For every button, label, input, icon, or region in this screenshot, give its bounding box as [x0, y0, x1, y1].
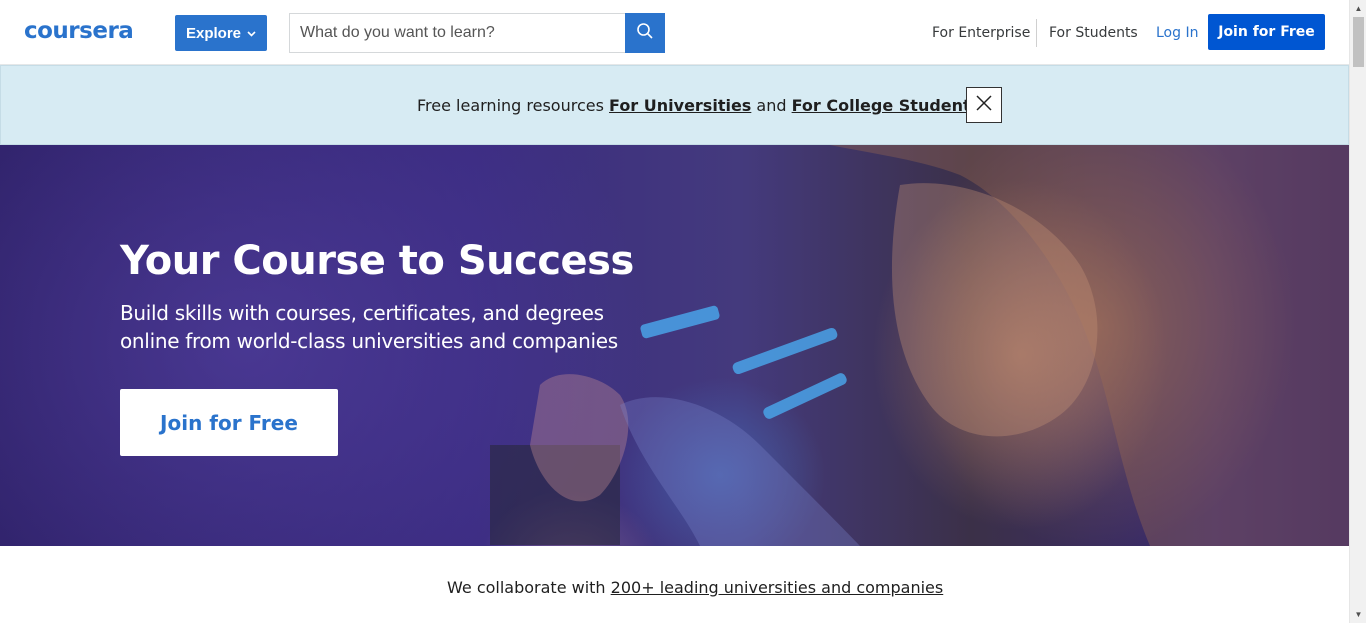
banner-middle: and — [751, 96, 792, 115]
collaborate-text: We collaborate with 200+ leading univers… — [447, 578, 943, 598]
explore-button[interactable]: Explore — [175, 15, 267, 51]
partners-link[interactable]: 200+ leading universities and companies — [611, 578, 944, 597]
hero-title: Your Course to Success — [120, 238, 634, 284]
banner-close-button[interactable] — [966, 87, 1002, 123]
site-header: coursera Explore For Enterprise For Stud… — [0, 0, 1349, 65]
nav-for-students[interactable]: For Students — [1049, 23, 1138, 43]
join-for-free-button-hero[interactable]: Join for Free — [120, 389, 338, 456]
search-icon — [636, 22, 654, 45]
scroll-up-arrow-icon[interactable]: ▲ — [1350, 0, 1366, 17]
nav-divider — [1036, 19, 1037, 47]
nav-for-enterprise[interactable]: For Enterprise — [932, 23, 1030, 43]
explore-label: Explore — [185, 24, 242, 42]
for-universities-link[interactable]: For Universities — [609, 96, 751, 115]
search-input[interactable] — [289, 13, 625, 53]
page-scrollbar[interactable]: ▲ ▼ — [1349, 0, 1366, 623]
login-link[interactable]: Log In — [1156, 23, 1198, 43]
join-for-free-button-header[interactable]: Join for Free — [1208, 14, 1325, 50]
close-icon — [975, 94, 993, 117]
hero-section: Your Course to Success Build skills with… — [0, 145, 1349, 546]
hero-subtitle: Build skills with courses, certificates,… — [120, 301, 618, 353]
resources-banner: Free learning resources For Universities… — [0, 65, 1349, 145]
collaborate-prefix: We collaborate with — [447, 578, 611, 597]
banner-text: Free learning resources For Universities… — [417, 96, 980, 116]
chevron-down-icon — [247, 30, 256, 39]
banner-prefix: Free learning resources — [417, 96, 610, 115]
search-button[interactable] — [625, 13, 665, 53]
coursera-logo[interactable]: coursera — [24, 17, 134, 45]
for-college-students-link[interactable]: For College Students — [792, 96, 981, 115]
scrollbar-thumb[interactable] — [1353, 17, 1364, 67]
search-bar — [289, 13, 665, 53]
scroll-down-arrow-icon[interactable]: ▼ — [1350, 606, 1366, 623]
